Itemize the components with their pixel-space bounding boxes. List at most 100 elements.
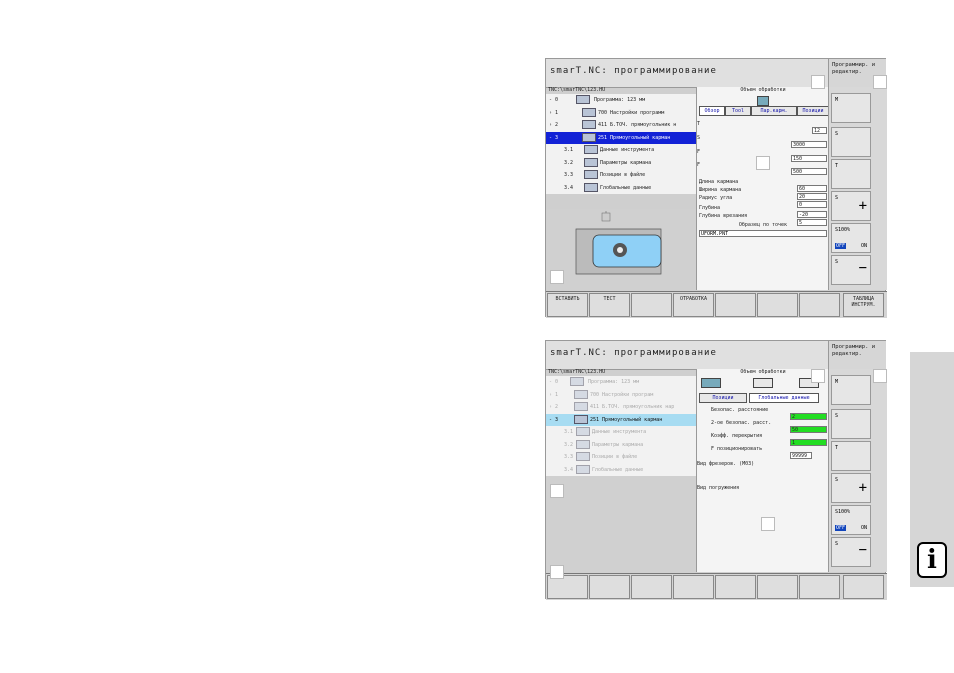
tab-pocket-params[interactable]: Пар.карм. [751, 106, 797, 116]
file-path: TNC:\smarTNC\123.HU [548, 369, 606, 375]
side-button-s-minus[interactable]: S − [831, 537, 871, 567]
softkey-bar: ВСТАВИТЬ ТЕСТ ОТРАБОТКА ТАБЛИЦА ИНСТРУМ. [546, 291, 887, 318]
side-button-t[interactable]: T [831, 441, 871, 471]
field-label: Безопас. расстояние [711, 407, 769, 413]
cycle-icon[interactable] [757, 96, 769, 106]
field-row: Коэфф. перекрытия 1 [697, 433, 829, 446]
tree-item[interactable]: 3.3 Позиции в файле [546, 169, 696, 182]
callout-box [550, 484, 564, 498]
tab-tool[interactable]: Tool [725, 106, 751, 116]
softkey-empty[interactable] [757, 293, 798, 317]
second-safety-distance-field[interactable]: 50 [790, 426, 827, 433]
side-button-s100[interactable]: S100% OFF ON [831, 505, 871, 535]
softkey-insert[interactable]: ВСТАВИТЬ [547, 293, 588, 317]
softkey-empty[interactable] [715, 293, 756, 317]
softkey-empty[interactable] [589, 575, 630, 599]
callout-box [756, 156, 770, 170]
field-row: Длина кармана 60 [697, 179, 829, 192]
cycle-icon[interactable] [701, 378, 721, 388]
tree-item-selected[interactable]: - 3 251 Прямоугольный карман [546, 131, 696, 144]
softkey-test[interactable]: ТЕСТ [589, 293, 630, 317]
field-label: Длина кармана [699, 179, 739, 185]
side-button-s-minus[interactable]: S − [831, 255, 871, 285]
safety-distance-field[interactable]: 2 [790, 413, 827, 420]
plunge-type-label: Вид погружения [697, 485, 740, 491]
side-button-m[interactable]: M [831, 93, 871, 123]
side-button-s[interactable]: S [831, 127, 871, 157]
field-row: Ширина кармана 20 [697, 187, 829, 200]
program-tree: - 0 Программа: 123 мм › 1 700 Настройки пр… [546, 376, 696, 476]
mill-type-label: Вид фрезеров. (M03) [697, 461, 755, 467]
pattern-label: Образец по точек [738, 222, 788, 228]
pattern-file-field[interactable]: UFORM.PNT [699, 230, 827, 237]
field-row: Радиус угла 0 [697, 195, 829, 208]
tab-global-data[interactable]: Глобальные данные [749, 393, 819, 403]
softkey-empty[interactable] [799, 293, 840, 317]
program-tree: - 0 Программа: 123 мм › 1 700 Настройки пр… [546, 94, 696, 194]
cycle-icon[interactable] [753, 378, 773, 388]
window-title: smarT.NC: программирование [550, 66, 717, 76]
tree-item[interactable]: › 2 411 Б.ТОЧ. прямоугольник н [546, 119, 696, 132]
softkey-bar [546, 573, 887, 600]
feed-plunge-field[interactable]: 150 [791, 155, 827, 162]
window-title: smarT.NC: программирование [550, 348, 717, 358]
file-path: TNC:\smarTNC\123.HU [548, 87, 606, 93]
pocket-graphic [575, 211, 662, 275]
side-button-s100[interactable]: S100% OFF ON [831, 223, 871, 253]
feed-mill-field[interactable]: 500 [791, 168, 827, 175]
tree-item[interactable]: 3.1 Данные инструмента [546, 144, 696, 157]
tree-item[interactable]: 3.4 Глобальные данные [546, 464, 696, 477]
overlap-factor-field[interactable]: 1 [790, 439, 827, 446]
header: smarT.NC: программирование [546, 341, 828, 370]
field-row: Безопас. расстояние 2 [697, 407, 829, 420]
softkey-empty[interactable] [715, 575, 756, 599]
field-label: Глубина [699, 205, 721, 211]
field-row: Глубина -20 [697, 205, 829, 218]
input-form: Объем обработки Позиции Глобальные данны… [696, 369, 829, 572]
softkey-run[interactable]: ОТРАБОТКА [673, 293, 714, 317]
softkey-empty[interactable] [631, 293, 672, 317]
callout-box [550, 270, 564, 284]
tab-overview[interactable]: Обзор [699, 106, 725, 116]
side-button-s[interactable]: S [831, 409, 871, 439]
side-button-t[interactable]: T [831, 159, 871, 189]
tree-item[interactable]: - 0 Программа: 123 мм [546, 376, 696, 389]
field-label: T [697, 121, 701, 127]
field-row: Глубина врезания 5 [697, 213, 829, 226]
field-row: S 3000 [697, 135, 829, 148]
tree-item[interactable]: 3.3 Позиции в файле [546, 451, 696, 464]
spindle-speed-field[interactable]: 3000 [791, 141, 827, 148]
field-label: F [697, 162, 701, 168]
positioning-feed-field[interactable]: 99999 [790, 452, 812, 459]
softkey-empty[interactable] [631, 575, 672, 599]
softkey-tool-table[interactable]: ТАБЛИЦА ИНСТРУМ. [843, 293, 884, 317]
softkey-empty[interactable] [673, 575, 714, 599]
callout-box [811, 369, 825, 383]
tab-positions[interactable]: Позиции [699, 393, 747, 403]
tool-number-field[interactable]: 12 [812, 127, 827, 134]
form-title: Объем обработки [740, 87, 786, 93]
field-row: F позиционировать 99999 [697, 446, 829, 459]
graphic-preview [546, 209, 696, 291]
field-label: 2-ое безопас. расст. [711, 420, 772, 426]
tab-bar: Обзор Tool Пар.карм. Позиции [697, 106, 829, 116]
tree-item[interactable]: 3.2 Параметры кармана [546, 439, 696, 452]
tree-item[interactable]: › 1 700 Настройки программ [546, 107, 696, 120]
tree-item[interactable]: › 1 700 Настройки програм [546, 389, 696, 402]
tree-item[interactable]: 3.4 Глобальные данные [546, 182, 696, 195]
side-button-s-plus[interactable]: S + [831, 191, 871, 221]
tree-item[interactable]: 3.1 Данные инструмента [546, 426, 696, 439]
tree-item[interactable]: › 2 411 Б.ТОЧ. прямоугольник нар [546, 401, 696, 414]
callout-box [550, 565, 564, 579]
side-button-s-plus[interactable]: S + [831, 473, 871, 503]
tab-positions[interactable]: Позиции [797, 106, 829, 116]
softkey-empty[interactable] [757, 575, 798, 599]
tree-item[interactable]: 3.2 Параметры кармана [546, 157, 696, 170]
tree-item-selected[interactable]: - 3 251 Прямоугольный карман [546, 413, 696, 426]
form-title: Объем обработки [740, 369, 786, 375]
softkey-empty[interactable] [843, 575, 884, 599]
side-button-m[interactable]: M [831, 375, 871, 405]
field-label: F позиционировать [711, 446, 763, 452]
tree-item[interactable]: - 0 Программа: 123 мм [546, 94, 696, 107]
softkey-empty[interactable] [799, 575, 840, 599]
